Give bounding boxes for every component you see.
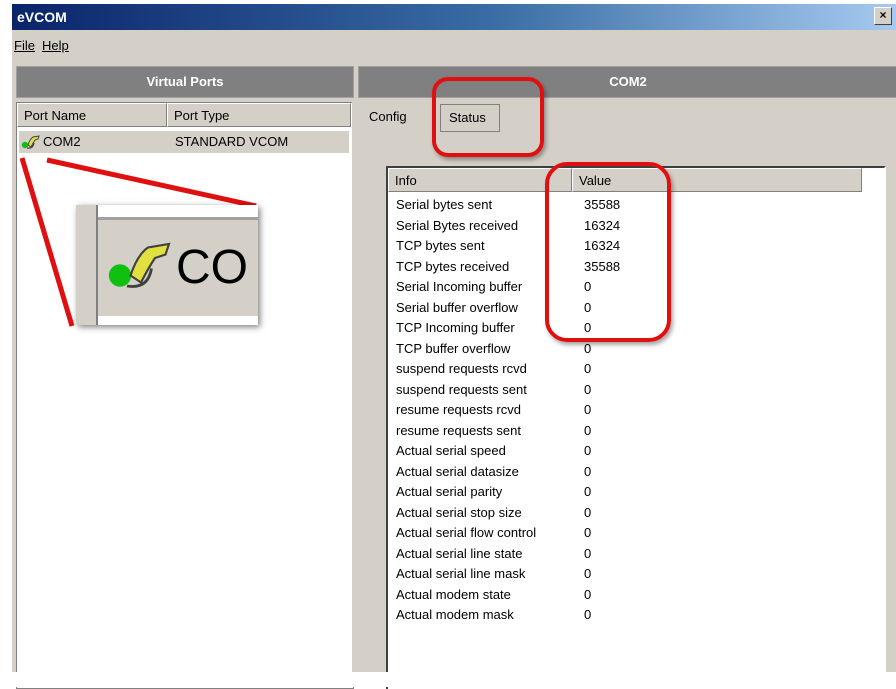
zoomed-port-icon: CO	[76, 205, 258, 325]
torn-edge	[0, 672, 896, 687]
zoom-inner: CO	[98, 217, 258, 316]
callout-lines	[19, 157, 257, 327]
serial-port-icon	[108, 242, 171, 288]
zoom-bar	[76, 205, 98, 325]
zoom-label: CO	[176, 241, 248, 294]
